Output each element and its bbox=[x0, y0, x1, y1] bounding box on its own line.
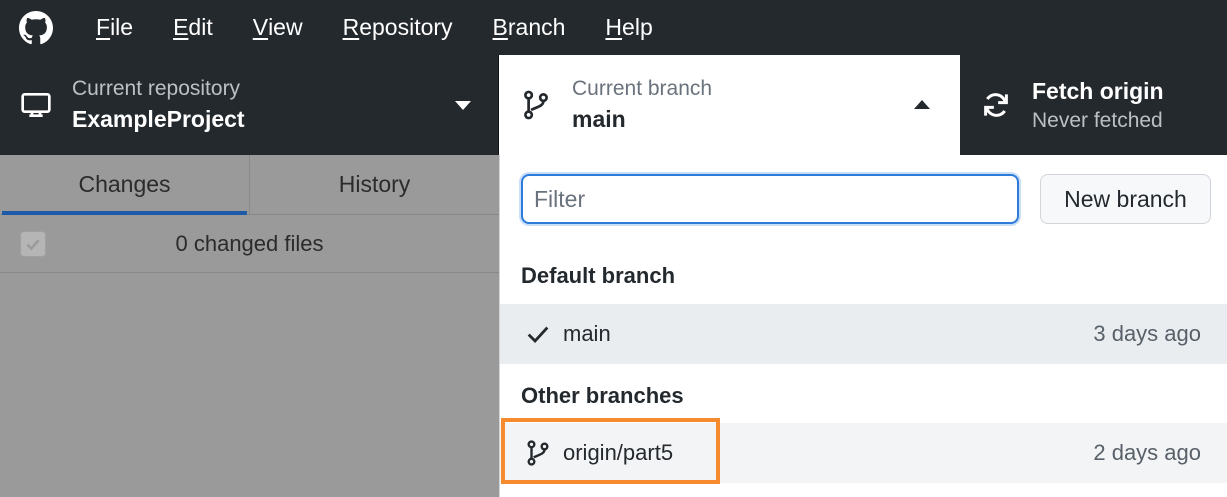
check-icon bbox=[521, 317, 555, 351]
git-branch-icon bbox=[518, 87, 554, 123]
current-branch-name: main bbox=[572, 106, 626, 132]
changed-files-count: 0 changed files bbox=[175, 230, 324, 256]
other-branches-header: Other branches bbox=[521, 383, 684, 408]
menu-view-mnemonic: V bbox=[252, 14, 269, 40]
tab-bar: Changes History bbox=[0, 155, 499, 215]
fetch-status: Never fetched bbox=[1032, 109, 1163, 132]
chevron-up-icon bbox=[914, 100, 930, 109]
sync-icon bbox=[978, 87, 1014, 123]
changes-pane: Changes History 0 changed files bbox=[0, 155, 499, 497]
menu-branch-label: ranch bbox=[507, 14, 566, 40]
menu-file[interactable]: File bbox=[76, 0, 153, 55]
github-logo-icon bbox=[18, 10, 54, 46]
menu-edit-mnemonic: E bbox=[173, 14, 189, 40]
current-repository-label: Current repository bbox=[72, 77, 241, 100]
current-repository-name: ExampleProject bbox=[72, 106, 245, 132]
branch-dropdown: New branch Default branch main 3 days ag… bbox=[499, 155, 1227, 497]
current-repository-button[interactable]: Current repository ExampleProject bbox=[0, 55, 499, 155]
fetch-origin-button[interactable]: Fetch origin Never fetched bbox=[960, 55, 1227, 155]
menu-help[interactable]: Help bbox=[585, 0, 672, 55]
menu-repository-label: epository bbox=[359, 14, 453, 40]
changes-header: 0 changed files bbox=[0, 215, 499, 273]
toolbar: Current repository ExampleProject Curren… bbox=[0, 55, 1227, 155]
check-icon bbox=[26, 238, 40, 250]
current-branch-label: Current branch bbox=[572, 77, 713, 100]
tab-changes[interactable]: Changes bbox=[0, 155, 249, 215]
menu-view[interactable]: View bbox=[233, 0, 323, 55]
select-all-checkbox[interactable] bbox=[20, 230, 46, 257]
branch-updated-time: 2 days ago bbox=[1093, 440, 1201, 465]
tab-history-label: History bbox=[338, 171, 411, 197]
default-branch-header: Default branch bbox=[521, 263, 676, 288]
menu-branch[interactable]: Branch bbox=[473, 0, 586, 55]
computer-icon bbox=[18, 87, 54, 123]
menu-repository-mnemonic: R bbox=[342, 14, 360, 40]
branch-updated-time: 3 days ago bbox=[1093, 321, 1201, 346]
branch-filter-input[interactable] bbox=[521, 174, 1019, 224]
menu-view-label: iew bbox=[268, 14, 303, 40]
tab-history[interactable]: History bbox=[249, 155, 499, 214]
new-branch-button[interactable]: New branch bbox=[1040, 174, 1211, 224]
menu-edit[interactable]: Edit bbox=[153, 0, 233, 55]
menu-file-label: ile bbox=[110, 14, 134, 40]
current-branch-button[interactable]: Current branch main bbox=[499, 55, 960, 155]
menu-help-mnemonic: H bbox=[605, 14, 623, 40]
menu-edit-label: dit bbox=[188, 14, 213, 40]
branch-row-main[interactable]: main 3 days ago bbox=[500, 304, 1227, 364]
tab-changes-label: Changes bbox=[78, 171, 171, 197]
fetch-origin-label: Fetch origin bbox=[1032, 78, 1164, 104]
menu-help-label: elp bbox=[622, 14, 653, 40]
menu-branch-mnemonic: B bbox=[492, 14, 508, 40]
highlight-annotation-box bbox=[501, 418, 720, 484]
menu-file-mnemonic: F bbox=[96, 14, 111, 40]
menu-bar: File Edit View Repository Branch Help bbox=[0, 0, 1227, 55]
menu-repository[interactable]: Repository bbox=[323, 0, 473, 55]
branch-name: main bbox=[563, 321, 611, 346]
chevron-down-icon bbox=[455, 101, 471, 110]
